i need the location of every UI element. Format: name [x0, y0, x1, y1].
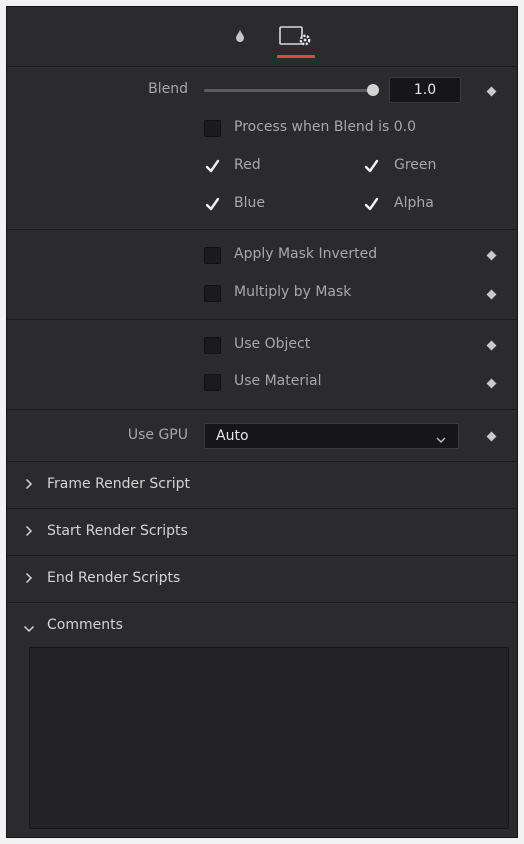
- use-gpu-select[interactable]: Auto: [204, 423, 459, 449]
- green-label: Green: [394, 157, 437, 173]
- divider: [7, 319, 517, 320]
- chevron-down-icon: [436, 432, 446, 448]
- tab-bar: [7, 7, 517, 67]
- blend-keyframe-icon[interactable]: [486, 86, 497, 97]
- green-checkbox[interactable]: [363, 158, 380, 175]
- use-material-label: Use Material: [234, 373, 322, 389]
- section-start-render-scripts[interactable]: Start Render Scripts: [7, 509, 517, 556]
- apply-mask-inverted-keyframe-icon[interactable]: [486, 250, 497, 261]
- blend-label: Blend: [148, 81, 188, 97]
- multiply-by-mask-keyframe-icon[interactable]: [486, 289, 497, 300]
- section-comments[interactable]: Comments: [7, 603, 517, 649]
- blend-slider-track[interactable]: [204, 89, 374, 92]
- use-object-checkbox[interactable]: [204, 337, 221, 354]
- apply-mask-inverted-checkbox[interactable]: [204, 247, 221, 264]
- process-when-blend-label: Process when Blend is 0.0: [234, 119, 417, 135]
- process-when-blend-checkbox[interactable]: [204, 120, 221, 137]
- red-label: Red: [234, 157, 261, 173]
- active-tab-indicator: [277, 55, 315, 58]
- section-title: Frame Render Script: [47, 476, 190, 492]
- blue-label: Blue: [234, 195, 265, 211]
- section-end-render-scripts[interactable]: End Render Scripts: [7, 556, 517, 603]
- apply-mask-inverted-label: Apply Mask Inverted: [234, 246, 378, 262]
- use-material-keyframe-icon[interactable]: [486, 378, 497, 389]
- use-object-label: Use Object: [234, 336, 311, 352]
- alpha-label: Alpha: [394, 195, 434, 211]
- comments-textarea[interactable]: [29, 647, 509, 829]
- use-gpu-label: Use GPU: [127, 427, 188, 443]
- divider: [7, 229, 517, 230]
- section-title: End Render Scripts: [47, 570, 181, 586]
- settings-panel: Blend 1.0 Process when Blend is 0.0 Red …: [6, 6, 518, 838]
- chevron-right-icon: [25, 572, 33, 588]
- use-gpu-keyframe-icon[interactable]: [486, 431, 497, 442]
- use-object-keyframe-icon[interactable]: [486, 340, 497, 351]
- alpha-checkbox[interactable]: [363, 196, 380, 213]
- chevron-down-icon: [23, 621, 35, 637]
- use-material-checkbox[interactable]: [204, 374, 221, 391]
- blend-value-field[interactable]: 1.0: [389, 77, 461, 103]
- chevron-right-icon: [25, 478, 33, 494]
- section-title: Comments: [47, 617, 123, 633]
- section-title: Start Render Scripts: [47, 523, 188, 539]
- section-frame-render-script[interactable]: Frame Render Script: [7, 462, 517, 509]
- multiply-by-mask-checkbox[interactable]: [204, 285, 221, 302]
- multiply-by-mask-label: Multiply by Mask: [234, 284, 352, 300]
- blend-slider-knob[interactable]: [367, 84, 379, 96]
- settings-node-icon[interactable]: [279, 25, 313, 53]
- droplet-icon[interactable]: [235, 29, 245, 47]
- chevron-right-icon: [25, 525, 33, 541]
- divider: [7, 409, 517, 410]
- blue-checkbox[interactable]: [204, 196, 221, 213]
- use-gpu-value: Auto: [216, 428, 249, 444]
- red-checkbox[interactable]: [204, 158, 221, 175]
